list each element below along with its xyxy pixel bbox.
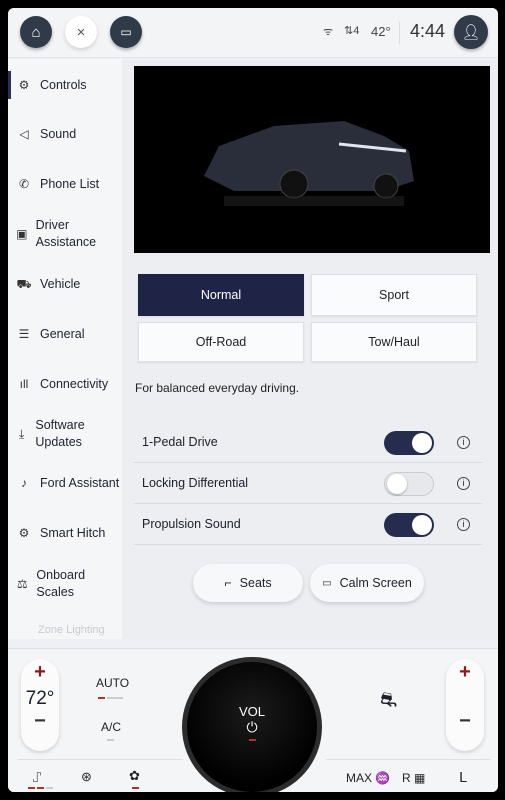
mode-off-road-button[interactable]: Off-Road bbox=[138, 322, 304, 362]
sidebar-item-vehicle[interactable]: ⛟ Vehicle bbox=[16, 276, 80, 293]
max-defrost-button[interactable]: MAX ♒ bbox=[346, 771, 390, 785]
one-pedal-drive-toggle[interactable] bbox=[384, 431, 434, 455]
seat-indicator bbox=[28, 787, 35, 789]
wheel bbox=[373, 173, 399, 199]
toggle-row-propulsion-sound: Propulsion Sound i bbox=[134, 505, 482, 545]
sidebar-item-software-updates[interactable]: ⤓ Software Updates bbox=[16, 417, 106, 451]
download-icon: ⤓ bbox=[19, 426, 25, 441]
power-indicator bbox=[248, 739, 256, 741]
vehicle-icon: ⛟ bbox=[16, 277, 32, 291]
sidebar: ⚙ Controls ◁ Sound ✆ Phone List ▣ Driver Ass… bbox=[8, 59, 122, 639]
user-icon: 👤︎ bbox=[461, 24, 481, 41]
seat-indicator bbox=[37, 787, 44, 789]
seat-icon: ⌐ bbox=[224, 576, 232, 590]
volume-knob[interactable]: VOL ⏻ bbox=[182, 657, 322, 792]
sliders-icon: ☰ bbox=[18, 327, 30, 341]
sidebar-item-connectivity[interactable]: ıll Connectivity bbox=[16, 376, 108, 393]
mode-sport-button[interactable]: Sport bbox=[311, 274, 477, 316]
wheel bbox=[279, 169, 309, 199]
close-icon: × bbox=[76, 23, 86, 41]
home-button[interactable]: ⌂ bbox=[20, 16, 52, 48]
close-button[interactable]: × bbox=[65, 16, 97, 48]
sidebar-item-ford-assistant[interactable]: ♪ Ford Assistant bbox=[16, 475, 119, 492]
data-connectivity-icon: ⇅4 bbox=[344, 25, 360, 37]
vehicle-image bbox=[134, 66, 490, 253]
volume-label: VOL bbox=[238, 704, 265, 719]
driver-temp-control: + 72° − bbox=[21, 659, 59, 751]
screen: ⌂ × ▭ ᯤ ⇅4 42° 4:44 👤︎ ⚙ Controls ◁ Sound … bbox=[8, 8, 498, 792]
profile-button[interactable]: 👤︎ bbox=[454, 15, 488, 49]
locking-differential-toggle[interactable] bbox=[384, 472, 434, 496]
home-icon: ⌂ bbox=[31, 23, 41, 41]
phone-icon: ✆ bbox=[18, 177, 30, 191]
outside-temperature: 42° bbox=[371, 24, 391, 39]
scales-icon: ⚖ bbox=[16, 576, 28, 591]
mode-normal-button[interactable]: Normal bbox=[138, 274, 304, 316]
sidebar-item-sound[interactable]: ◁ Sound bbox=[16, 126, 76, 143]
speaker-icon: ◁ bbox=[19, 127, 29, 141]
assistant-icon: ♪ bbox=[21, 476, 27, 490]
propulsion-sound-toggle[interactable] bbox=[384, 513, 434, 537]
driver-temperature: 72° bbox=[25, 688, 55, 709]
driver-assist-icon: ▣ bbox=[16, 226, 28, 241]
temp-down-button[interactable]: − bbox=[21, 710, 59, 733]
calm-screen-icon: ▭ bbox=[322, 577, 332, 589]
auto-indicator bbox=[107, 697, 123, 699]
signal-bars-icon: ıll bbox=[19, 377, 29, 391]
power-icon: ⏻ bbox=[246, 719, 258, 735]
controls-icon: ⚙ bbox=[18, 78, 30, 92]
mode-description: For balanced everyday driving. bbox=[135, 381, 300, 395]
temp-up-button[interactable]: + bbox=[21, 661, 59, 684]
climate-panel: + 72° − AUTO A/C VOL ⏻ ⛐ + − ⑀ ⊛ ✿ MAX ♒… bbox=[8, 648, 498, 792]
passenger-temp-up-button[interactable]: + bbox=[446, 661, 484, 684]
sidebar-item-phone-list[interactable]: ✆ Phone List bbox=[16, 176, 99, 193]
info-icon[interactable]: i bbox=[457, 436, 470, 449]
info-icon[interactable]: i bbox=[457, 477, 470, 490]
mode-tow-haul-button[interactable]: Tow/Haul bbox=[311, 322, 477, 362]
seat-indicator bbox=[46, 787, 53, 789]
clock: 4:44 bbox=[410, 21, 446, 41]
sidebar-item-controls[interactable]: ⚙ Controls bbox=[8, 71, 87, 99]
hitch-icon: ⚙ bbox=[18, 526, 30, 540]
heated-steering-wheel-icon[interactable]: ⊛ bbox=[81, 769, 92, 785]
sidebar-item-general[interactable]: ☰ General bbox=[16, 326, 85, 343]
ac-button[interactable]: A/C bbox=[101, 720, 121, 734]
defrost-icon: ♒ bbox=[375, 771, 391, 785]
airflow-mode-icon[interactable]: ⛐ bbox=[380, 689, 397, 714]
sidebar-item-smart-hitch[interactable]: ⚙ Smart Hitch bbox=[16, 525, 106, 542]
passenger-seat-icon[interactable]: ᒪ bbox=[459, 769, 467, 786]
fan-icon[interactable]: ✿ bbox=[129, 768, 140, 784]
camera-button[interactable]: ▭ bbox=[110, 16, 142, 48]
divider bbox=[399, 22, 400, 44]
rear-defrost-icon: ▦ bbox=[414, 771, 426, 785]
divider bbox=[18, 759, 183, 760]
sidebar-item-driver-assistance[interactable]: ▣ Driver Assistance bbox=[16, 217, 106, 251]
heated-seat-icon[interactable]: ⑀ bbox=[33, 769, 41, 785]
toggle-row-locking-differential: Locking Differential i bbox=[134, 464, 482, 504]
passenger-temp-control: + − bbox=[446, 659, 484, 751]
sidebar-item-onboard-scales[interactable]: ⚖ Onboard Scales bbox=[16, 567, 106, 601]
auto-button[interactable]: AUTO bbox=[96, 676, 129, 690]
ac-indicator bbox=[107, 739, 114, 741]
rear-defrost-button[interactable]: R ▦ bbox=[402, 771, 425, 785]
info-icon[interactable]: i bbox=[457, 518, 470, 531]
passenger-temp-down-button[interactable]: − bbox=[446, 710, 484, 733]
wifi-icon: ᯤ bbox=[323, 26, 334, 38]
top-bar: ⌂ × ▭ ᯤ ⇅4 42° 4:44 👤︎ bbox=[8, 8, 498, 58]
divider bbox=[326, 759, 491, 760]
fan-indicator bbox=[132, 787, 139, 789]
camera-icon: ▭ bbox=[120, 25, 132, 39]
main-panel: Normal Sport Off-Road Tow/Haul For balan… bbox=[122, 59, 498, 639]
sidebar-item-zone-lighting[interactable]: Zone Lighting bbox=[38, 624, 105, 636]
toggle-row-1-pedal-drive: 1-Pedal Drive i bbox=[134, 423, 482, 463]
auto-indicator bbox=[98, 697, 105, 699]
seats-button[interactable]: ⌐ Seats bbox=[193, 564, 303, 602]
calm-screen-button[interactable]: ▭ Calm Screen bbox=[310, 564, 424, 602]
